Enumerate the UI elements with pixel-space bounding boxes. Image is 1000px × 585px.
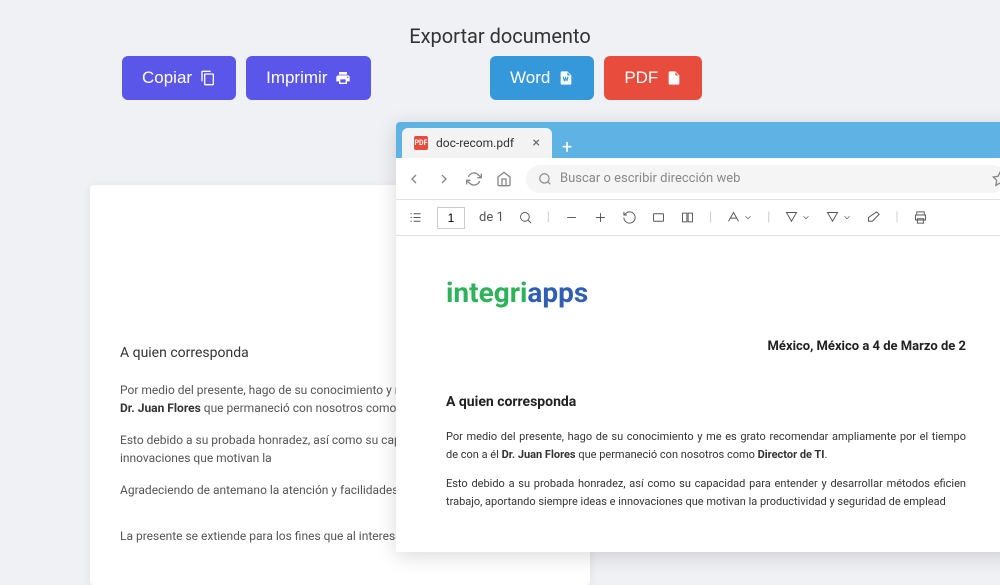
forward-icon[interactable] bbox=[436, 171, 452, 187]
browser-nav: Buscar o escribir dirección web bbox=[396, 158, 1000, 200]
back-icon[interactable] bbox=[406, 171, 422, 187]
zoom-out-icon[interactable] bbox=[564, 210, 579, 225]
pdf-date: México, México a 4 de Marzo de 2 bbox=[446, 339, 966, 354]
word-button[interactable]: Word bbox=[490, 56, 594, 100]
zoom-in-icon[interactable] bbox=[593, 210, 608, 225]
pdf-tab-icon: PDF bbox=[414, 136, 428, 150]
print-pdf-icon[interactable] bbox=[913, 210, 928, 225]
home-icon[interactable] bbox=[496, 171, 512, 187]
browser-tabs: PDF doc-recom.pdf × + bbox=[396, 122, 1000, 158]
search-pdf-icon[interactable] bbox=[518, 210, 533, 225]
read-aloud-icon[interactable] bbox=[726, 210, 753, 225]
print-button[interactable]: Imprimir bbox=[246, 56, 371, 100]
pdf-label: PDF bbox=[624, 68, 658, 88]
erase-icon[interactable] bbox=[866, 210, 881, 225]
search-icon bbox=[538, 172, 552, 186]
page-view-icon[interactable] bbox=[680, 210, 695, 225]
browser-tab[interactable]: PDF doc-recom.pdf × bbox=[402, 128, 552, 158]
pdf-content: integriapps México, México a 4 de Marzo … bbox=[396, 236, 1000, 552]
tab-title: doc-recom.pdf bbox=[436, 136, 514, 150]
rotate-icon[interactable] bbox=[622, 210, 637, 225]
pdf-p2: Esto debido a su probada honradez, así c… bbox=[446, 475, 966, 510]
page-number-input[interactable] bbox=[437, 207, 465, 229]
address-bar[interactable]: Buscar o escribir dirección web bbox=[526, 165, 1000, 193]
word-label: Word bbox=[510, 68, 550, 88]
file-pdf-icon bbox=[666, 70, 682, 86]
highlight-icon[interactable] bbox=[825, 210, 852, 225]
pdf-p1: Por medio del presente, hago de su conoc… bbox=[446, 428, 966, 463]
address-placeholder: Buscar o escribir dirección web bbox=[560, 171, 740, 186]
button-group-right: Word PDF bbox=[490, 56, 702, 100]
toc-icon[interactable] bbox=[408, 210, 423, 225]
pdf-heading: A quien corresponda bbox=[446, 394, 966, 410]
print-label: Imprimir bbox=[266, 68, 327, 88]
button-group-left: Copiar Imprimir bbox=[122, 56, 371, 100]
refresh-icon[interactable] bbox=[466, 171, 482, 187]
new-tab-button[interactable]: + bbox=[552, 137, 582, 158]
file-word-icon bbox=[558, 70, 574, 86]
draw-icon[interactable] bbox=[784, 210, 811, 225]
print-icon bbox=[335, 70, 351, 86]
export-title: Exportar documento bbox=[0, 24, 1000, 48]
copy-label: Copiar bbox=[142, 68, 192, 88]
pdf-toolbar: de 1 | | | | bbox=[396, 200, 1000, 236]
page-of-label: de 1 bbox=[479, 210, 504, 225]
copy-icon bbox=[200, 70, 216, 86]
close-tab-icon[interactable]: × bbox=[533, 135, 540, 151]
fit-page-icon[interactable] bbox=[651, 210, 666, 225]
logo: integriapps bbox=[446, 276, 966, 309]
browser-window: PDF doc-recom.pdf × + Buscar o escribir … bbox=[396, 122, 1000, 552]
copy-button[interactable]: Copiar bbox=[122, 56, 236, 100]
favorite-icon[interactable] bbox=[992, 171, 1000, 187]
pdf-button[interactable]: PDF bbox=[604, 56, 702, 100]
